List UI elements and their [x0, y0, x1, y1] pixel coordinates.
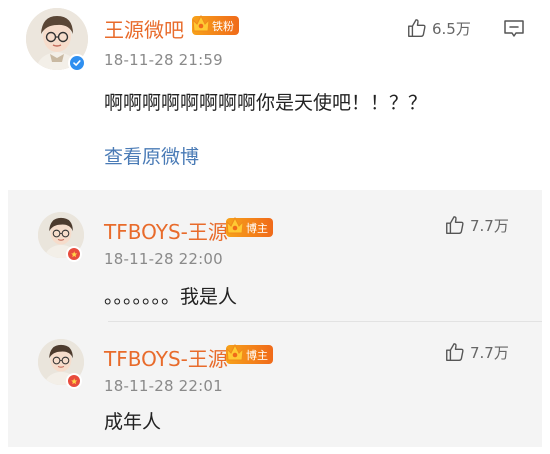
replies-section: TFBOYS-王源 博主 18-11-28 22:00 。。。。。。。我是人 7… [8, 190, 542, 447]
like-button[interactable]: 7.7万 [444, 214, 509, 236]
crown-icon [226, 343, 244, 361]
thumbs-up-icon [408, 19, 426, 37]
reply-item: TFBOYS-王源 博主 18-11-28 22:01 成年人 7.7万 [8, 321, 542, 449]
fan-level-badge: 铁粉 [192, 14, 239, 35]
thumbs-up-icon [446, 216, 464, 234]
crown-icon [192, 14, 210, 32]
reply-text: 成年人 [104, 411, 162, 433]
crown-icon [226, 216, 244, 234]
like-button[interactable]: 6.5万 [406, 17, 471, 39]
thumbs-up-icon [446, 343, 464, 361]
badge-label: 铁粉 [212, 19, 234, 33]
verified-badge-icon [66, 373, 82, 389]
post-time: 18-11-28 21:59 [104, 51, 223, 69]
like-count: 6.5万 [432, 19, 471, 38]
comment-menu-icon[interactable] [502, 17, 526, 41]
author-name[interactable]: TFBOYS-王源 [104, 216, 228, 245]
like-count: 7.7万 [470, 343, 509, 362]
author-name[interactable]: 王源微吧 [104, 14, 184, 43]
blogger-badge: 博主 [226, 343, 273, 364]
verified-badge-icon [66, 246, 82, 262]
like-count: 7.7万 [470, 216, 509, 235]
reply-item: TFBOYS-王源 博主 18-11-28 22:00 。。。。。。。我是人 7… [8, 190, 542, 318]
verified-badge-icon [68, 54, 86, 72]
author-name[interactable]: TFBOYS-王源 [104, 343, 228, 372]
main-post: 王源微吧 铁粉 18-11-28 21:59 啊啊啊啊啊啊啊啊你是天使吧！！？？… [0, 0, 550, 190]
reply-time: 18-11-28 22:00 [104, 250, 223, 268]
reply-text: 。。。。。。。我是人 [104, 286, 238, 308]
reply-time: 18-11-28 22:01 [104, 377, 223, 395]
badge-label: 博主 [246, 348, 268, 362]
blogger-badge: 博主 [226, 216, 273, 237]
view-original-weibo-link[interactable]: 查看原微博 [104, 142, 199, 169]
like-button[interactable]: 7.7万 [444, 341, 509, 363]
badge-label: 博主 [246, 221, 268, 235]
comment-text: 啊啊啊啊啊啊啊啊你是天使吧！！？？ [104, 92, 428, 114]
